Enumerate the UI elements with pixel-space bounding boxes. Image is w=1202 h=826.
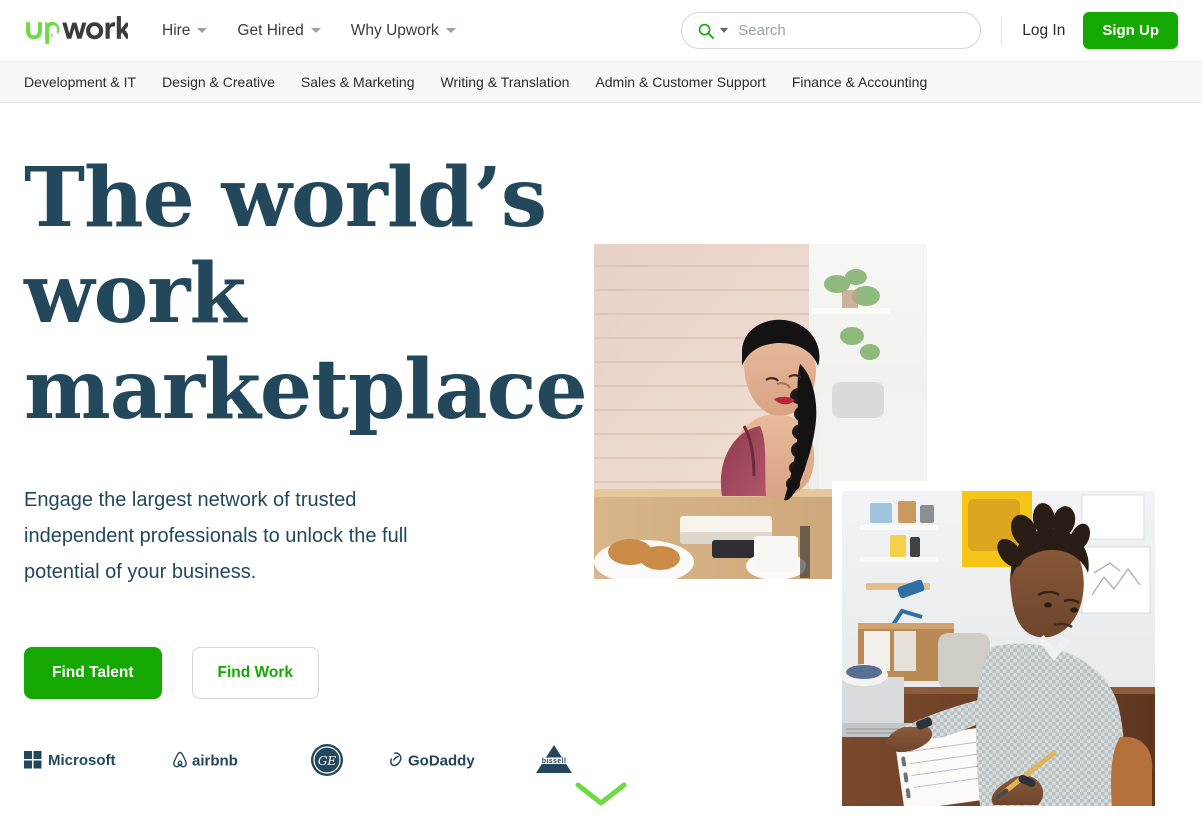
- airbnb-belo-icon: [173, 751, 187, 768]
- category-navigation: Development & IT Design & Creative Sales…: [0, 61, 1202, 103]
- log-in-link[interactable]: Log In: [1022, 22, 1065, 40]
- hero-section: The world’s work marketplace Engage the …: [0, 103, 1202, 826]
- search-icon: [699, 23, 715, 39]
- chevron-down-icon: [310, 28, 321, 33]
- main-navigation: Hire Get Hired Why Upwork: [162, 22, 456, 40]
- category-item-sales-marketing[interactable]: Sales & Marketing: [301, 74, 415, 90]
- svg-text:GE: GE: [318, 754, 337, 768]
- godaddy-heart-icon: [390, 752, 402, 767]
- search-dropdown-icon[interactable]: [720, 28, 729, 33]
- category-item-design-creative[interactable]: Design & Creative: [162, 74, 275, 90]
- nav-item-label: Hire: [162, 21, 191, 39]
- site-header: Hire Get Hired Why Upwork Log In Sign Up: [0, 0, 1202, 61]
- bissell-triangle-icon: bissell: [536, 745, 572, 773]
- find-work-button[interactable]: Find Work: [191, 647, 320, 699]
- page-title: The world’s work marketplace: [24, 150, 588, 438]
- search-input[interactable]: [734, 21, 965, 40]
- nav-item-hire[interactable]: Hire: [162, 21, 208, 40]
- svg-text:Microsoft: Microsoft: [48, 752, 116, 769]
- brand-logo-godaddy: GoDaddy: [388, 743, 482, 777]
- headline-line-1: The world’s work: [24, 150, 547, 342]
- find-talent-button[interactable]: Find Talent: [24, 647, 162, 699]
- header-actions: Log In Sign Up: [681, 12, 1178, 49]
- chevron-down-icon: [445, 28, 456, 33]
- upwork-logo[interactable]: [24, 15, 128, 46]
- ge-monogram-icon: GE: [311, 744, 343, 776]
- svg-text:airbnb: airbnb: [192, 753, 238, 770]
- header-divider: [1001, 16, 1003, 45]
- chevron-down-icon: [575, 782, 627, 806]
- svg-text:bissell: bissell: [542, 758, 567, 765]
- nav-item-label: Get Hired: [237, 21, 304, 39]
- nav-item-why-upwork[interactable]: Why Upwork: [351, 22, 456, 40]
- nav-item-get-hired[interactable]: Get Hired: [237, 21, 321, 40]
- brand-logo-strip: Microsoft airbnb GE GoDaddy bissell: [24, 743, 576, 777]
- chevron-down-icon: [197, 28, 208, 33]
- microsoft-squares-icon: [24, 751, 42, 769]
- category-item-development-it[interactable]: Development & IT: [24, 74, 136, 90]
- sign-up-button[interactable]: Sign Up: [1083, 12, 1178, 49]
- brand-logo-ge: GE: [310, 743, 344, 777]
- search-box[interactable]: [681, 12, 982, 49]
- headline-line-2: marketplace: [24, 342, 588, 438]
- nav-item-label: Why Upwork: [350, 21, 439, 39]
- hero-copy: The world’s work marketplace Engage the …: [24, 150, 588, 699]
- brand-logo-microsoft: Microsoft: [24, 743, 135, 777]
- category-item-writing-translation[interactable]: Writing & Translation: [441, 74, 570, 90]
- svg-text:GoDaddy: GoDaddy: [408, 753, 475, 770]
- hero-subheadline: Engage the largest network of trusted in…: [24, 489, 408, 583]
- scroll-down-button[interactable]: [0, 780, 1202, 808]
- brand-logo-airbnb: airbnb: [170, 743, 260, 777]
- category-item-finance-accounting[interactable]: Finance & Accounting: [792, 74, 927, 90]
- hero-image-man-writing: [832, 481, 1165, 816]
- brand-logo-bissell: bissell: [532, 743, 576, 777]
- hero-cta-row: Find Talent Find Work: [24, 647, 584, 699]
- category-item-admin-customer-support[interactable]: Admin & Customer Support: [595, 74, 765, 90]
